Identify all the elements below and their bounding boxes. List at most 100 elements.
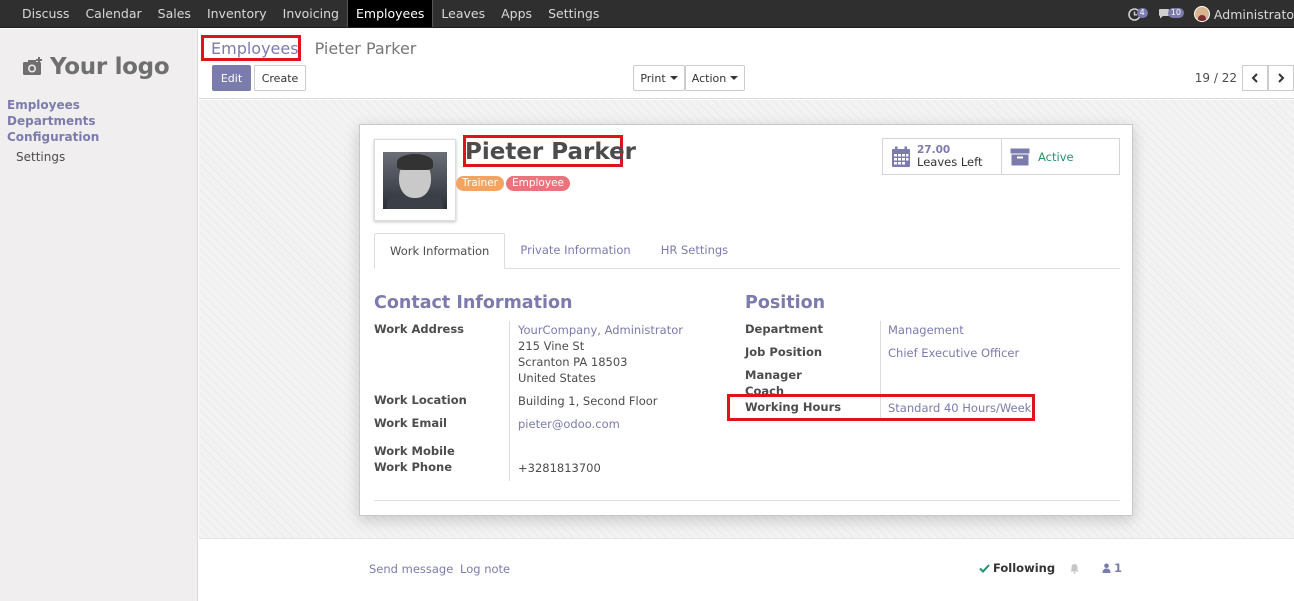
print-label: Print: [640, 71, 666, 85]
following-label: Following: [993, 561, 1056, 575]
sidebar-item-departments[interactable]: Departments: [7, 113, 99, 129]
tab-hr-settings[interactable]: HR Settings: [646, 233, 743, 269]
create-button[interactable]: Create: [254, 65, 306, 91]
work-address-line1: 215 Vine St: [518, 339, 585, 353]
breadcrumb: Employees Pieter Parker: [201, 35, 417, 61]
work-location-label: Work Location: [374, 393, 467, 407]
pager-next-button[interactable]: [1268, 65, 1294, 91]
work-address-label: Work Address: [374, 322, 465, 336]
breadcrumb-highlight: [201, 35, 301, 61]
photo-image: [383, 152, 447, 209]
pager-previous-button[interactable]: [1242, 65, 1268, 91]
chevron-down-icon: [730, 76, 739, 80]
job-position-label: Job Position: [745, 345, 823, 359]
sheet-divider: [374, 500, 1120, 501]
sidebar-item-employees[interactable]: Employees: [7, 97, 99, 113]
chevron-down-icon: [669, 76, 678, 80]
logo-text: Your logo: [50, 54, 170, 80]
work-phone-value: +3281813700: [518, 461, 601, 475]
work-address-line2: Scranton PA 18503: [518, 355, 628, 369]
message-count-badge: 10: [1167, 7, 1184, 18]
menu-invoicing[interactable]: Invoicing: [275, 0, 347, 27]
breadcrumb-current: Pieter Parker: [314, 39, 417, 58]
active-label: Active: [1038, 149, 1074, 164]
employee-photo[interactable]: [374, 139, 456, 221]
pager-value: 19 / 22: [1194, 71, 1237, 85]
tag-trainer[interactable]: Trainer: [456, 176, 504, 191]
archive-icon: [1010, 148, 1030, 165]
sidebar-item-configuration[interactable]: Configuration: [7, 129, 99, 145]
manager-label: Manager: [745, 368, 802, 382]
activity-count-badge: 4: [1136, 7, 1148, 18]
menu-sales[interactable]: Sales: [150, 0, 199, 27]
chatter: Send message Log note Following 1: [199, 538, 1294, 601]
photo-hair: [397, 154, 433, 170]
form-view: Pieter Parker Trainer Employee 27.00 Lea…: [199, 100, 1294, 538]
company-logo: Your logo: [22, 47, 182, 87]
sidebar-item-settings[interactable]: Settings: [16, 150, 99, 164]
user-menu[interactable]: Administrato: [1193, 6, 1294, 22]
tag-employee[interactable]: Employee: [505, 176, 570, 191]
job-position-link[interactable]: Chief Executive Officer: [888, 346, 1019, 360]
work-phone-label: Work Phone: [374, 460, 453, 474]
form-sheet: Pieter Parker Trainer Employee 27.00 Lea…: [359, 124, 1133, 516]
bell-icon[interactable]: [1069, 563, 1080, 574]
activity-button[interactable]: 4: [1127, 7, 1148, 21]
action-dropdown[interactable]: Action: [685, 65, 745, 91]
active-toggle-button[interactable]: Active: [1001, 139, 1119, 174]
sidebar: Your logo Employees Departments Configur…: [0, 29, 198, 601]
department-link[interactable]: Management: [888, 323, 964, 337]
working-hours-link[interactable]: Standard 40 Hours/Week: [888, 401, 1031, 415]
smart-buttons: 27.00 Leaves Left Active: [882, 138, 1120, 175]
messages-button[interactable]: 10: [1158, 7, 1184, 20]
working-hours-label: Working Hours: [745, 400, 842, 414]
leaves-left-value: 27.00: [917, 143, 951, 156]
app-menu: Discuss Calendar Sales Inventory Invoici…: [14, 0, 607, 28]
leaves-left-label: Leaves Left: [917, 154, 983, 169]
edit-button[interactable]: Edit: [212, 65, 251, 91]
employee-tags: Trainer Employee: [456, 176, 572, 191]
work-location-value: Building 1, Second Floor: [518, 394, 658, 408]
user-icon: [1102, 563, 1111, 573]
work-email-link[interactable]: pieter@odoo.com: [518, 417, 620, 431]
leaves-left-button[interactable]: 27.00 Leaves Left: [883, 139, 1001, 174]
print-dropdown[interactable]: Print: [633, 65, 685, 91]
menu-leaves[interactable]: Leaves: [433, 0, 493, 27]
employee-name[interactable]: Pieter Parker: [465, 139, 636, 165]
work-mobile-label: Work Mobile: [374, 444, 455, 458]
send-message-button[interactable]: Send message: [369, 562, 453, 576]
chevron-left-icon: [1251, 73, 1258, 83]
work-address-link[interactable]: YourCompany, Administrator: [518, 323, 683, 337]
notebook-tabs: Work Information Private Information HR …: [374, 233, 1120, 269]
calendar-icon: [892, 146, 910, 167]
chevron-right-icon: [1278, 73, 1285, 83]
avatar: [1193, 6, 1210, 22]
following-button[interactable]: Following: [979, 561, 1080, 575]
menu-discuss[interactable]: Discuss: [14, 0, 77, 27]
sidebar-menu: Employees Departments Configuration Sett…: [7, 97, 99, 164]
camera-icon: [23, 57, 42, 75]
control-panel: Employees Pieter Parker Edit Create Prin…: [199, 29, 1294, 99]
user-name: Administrato: [1213, 6, 1294, 22]
check-icon: [979, 563, 990, 573]
menu-employees[interactable]: Employees: [347, 0, 434, 27]
action-label: Action: [691, 71, 727, 85]
menu-settings[interactable]: Settings: [540, 0, 607, 27]
tab-work-information[interactable]: Work Information: [374, 233, 506, 269]
position-title: Position: [745, 293, 826, 313]
contact-divider: [509, 321, 510, 481]
contact-information-title: Contact Information: [374, 293, 573, 313]
tab-private-information[interactable]: Private Information: [505, 233, 645, 269]
menu-calendar[interactable]: Calendar: [77, 0, 149, 27]
menu-inventory[interactable]: Inventory: [199, 0, 275, 27]
followers-button[interactable]: 1: [1102, 561, 1122, 575]
department-label: Department: [745, 322, 823, 336]
work-address-line3: United States: [518, 371, 596, 385]
systray: 4 10 Administrato: [1127, 0, 1294, 28]
working-hours-divider: [880, 397, 881, 418]
menu-apps[interactable]: Apps: [493, 0, 540, 27]
work-email-label: Work Email: [374, 416, 447, 430]
followers-count: 1: [1114, 561, 1123, 575]
top-navbar: Discuss Calendar Sales Inventory Invoici…: [0, 0, 1294, 28]
log-note-button[interactable]: Log note: [460, 562, 510, 576]
